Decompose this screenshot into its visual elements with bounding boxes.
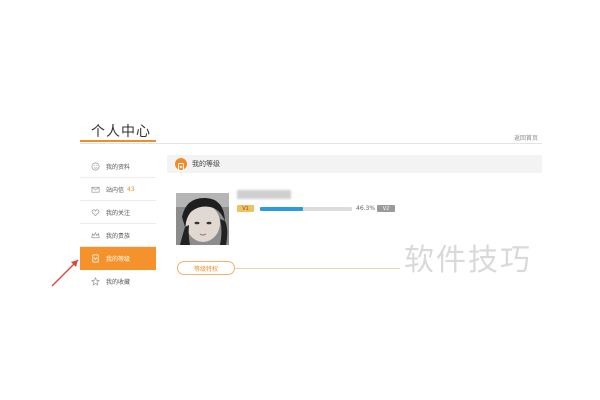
level-privileges-button[interactable]: 等级特权 <box>177 261 235 275</box>
sidebar-item-level[interactable]: 我的等级 <box>80 247 156 270</box>
heart-icon <box>91 208 100 217</box>
sidebar-item-label: 我的等级 <box>106 255 131 263</box>
unread-count-badge: 43 <box>127 185 135 193</box>
sidebar-item-label: 我的收藏 <box>106 279 131 286</box>
level-progress-fill <box>260 207 303 211</box>
progress-percent: 46.3% <box>356 205 376 212</box>
annotation-arrow <box>51 259 79 287</box>
sidebar: 我的资料 站内信 43 我的关注 我的贵族 我的等级 我的收藏 <box>80 155 156 293</box>
section-header <box>167 155 542 173</box>
sidebar-item-label: 我的关注 <box>106 209 131 217</box>
mail-icon <box>91 185 100 194</box>
smiley-icon <box>91 162 100 171</box>
sidebar-item-label: 我的贵族 <box>106 232 131 240</box>
sidebar-item-label: 站内信 <box>106 186 125 194</box>
page-title: 个人中心 <box>91 124 151 140</box>
sidebar-item-messages[interactable]: 站内信 43 <box>80 178 156 201</box>
star-icon <box>91 277 100 286</box>
avatar <box>176 193 229 245</box>
crown-icon <box>91 231 100 240</box>
sidebar-item-following[interactable]: 我的关注 <box>80 201 156 224</box>
sidebar-item-favorites[interactable]: 我的收藏 <box>80 270 156 293</box>
sidebar-item-nobility[interactable]: 我的贵族 <box>80 224 156 247</box>
sidebar-item-label: 我的资料 <box>106 163 131 171</box>
privilege-divider <box>235 268 400 269</box>
level-badge: V1 <box>237 205 254 212</box>
level-icon <box>175 158 187 171</box>
watermark: 软件技巧 <box>404 243 532 278</box>
sidebar-item-profile[interactable]: 我的资料 <box>80 155 156 178</box>
home-link[interactable]: 返回首页 <box>514 133 538 142</box>
section-title: 我的等级 <box>192 160 220 168</box>
level-icon <box>91 253 100 263</box>
title-underline <box>80 140 156 142</box>
header-divider <box>80 143 542 144</box>
username-blurred <box>237 190 291 199</box>
next-level-badge: V2 <box>377 205 395 212</box>
